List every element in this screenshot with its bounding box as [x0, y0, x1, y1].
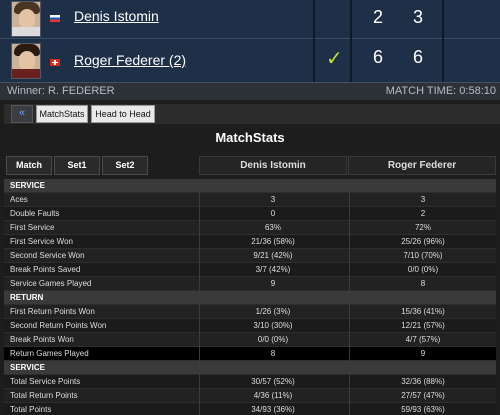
player-name-istomin[interactable]: Denis Istomin — [74, 8, 159, 24]
double-chevron-left-icon[interactable]: « — [11, 105, 33, 123]
table-row: Total Return Points 4/36 (11%) 27/57 (47%) — [4, 389, 496, 403]
stat-value-federer: 4/7 (57%) — [405, 335, 441, 344]
column-divider — [349, 179, 350, 415]
table-row: Aces 3 3 — [4, 193, 496, 207]
stat-label: Second Return Points Won — [10, 321, 107, 330]
stat-label: Aces — [10, 195, 28, 204]
stat-label: Total Return Points — [10, 391, 78, 400]
matchstats-tab[interactable]: MatchStats — [36, 105, 88, 123]
divider — [442, 0, 444, 82]
stat-label: Second Service Won — [10, 251, 85, 260]
section-header: RETURN — [4, 291, 496, 305]
table-row: First Return Points Won 1/26 (3%) 15/36 (4… — [4, 305, 496, 319]
matchstats-panel: « MatchStats Head to Head MatchStats Mat… — [0, 100, 500, 415]
table-row: First Service 63% 72% — [4, 221, 496, 235]
stat-value-istomin: 0 — [270, 209, 276, 218]
stat-value-federer: 3 — [420, 195, 426, 204]
stat-label: First Service — [10, 223, 55, 232]
table-row: Double Faults 0 2 — [4, 207, 496, 221]
stat-label: Return Games Played — [10, 349, 89, 358]
stat-value-federer: 8 — [420, 279, 426, 288]
stat-label: First Return Points Won — [10, 307, 95, 316]
table-row: Second Return Points Won 3/10 (30%) 12/21 … — [4, 319, 496, 333]
stat-value-istomin: 3/7 (42%) — [255, 265, 291, 274]
stat-value-federer: 59/93 (63%) — [401, 405, 445, 414]
tab-set2[interactable]: Set2 — [102, 156, 148, 175]
stat-value-istomin: 3/10 (30%) — [253, 321, 293, 330]
set-score: 6 — [372, 47, 383, 67]
match-time: MATCH TIME: 0:58:10 — [385, 85, 496, 97]
stat-value-federer: 0/0 (0%) — [407, 265, 439, 274]
player-photo-istomin — [11, 1, 41, 37]
winner-check-icon: ✓ — [326, 48, 343, 70]
stat-value-istomin: 4/36 (11%) — [253, 391, 293, 400]
stat-value-federer: 12/21 (57%) — [401, 321, 445, 330]
stat-value-federer: 72% — [414, 223, 431, 232]
set-score: 2 — [372, 7, 383, 27]
section-label: RETURN — [10, 293, 44, 302]
stat-label: Total Service Points — [10, 377, 81, 386]
table-row: Break Points Saved 3/7 (42%) 0/0 (0%) — [4, 263, 496, 277]
stat-value-istomin: 34/93 (36%) — [251, 405, 295, 414]
stat-value-federer: 2 — [420, 209, 426, 218]
column-header-federer: Roger Federer — [348, 156, 496, 175]
table-row: First Service Won 21/36 (58%) 25/26 (96%) — [4, 235, 496, 249]
tab-match[interactable]: Match — [6, 156, 52, 175]
winner-bar: Winner: R. FEDERER MATCH TIME: 0:58:10 — [0, 82, 500, 100]
head-to-head-tab[interactable]: Head to Head — [91, 105, 155, 123]
stat-value-federer: 15/36 (41%) — [401, 307, 445, 316]
table-row: Total Service Points 30/57 (52%) 32/36 (88… — [4, 375, 496, 389]
column-header-istomin: Denis Istomin — [199, 156, 347, 175]
stat-value-istomin: 9 — [270, 279, 276, 288]
uzbekistan-flag-icon — [50, 15, 60, 22]
set-score: 6 — [412, 47, 423, 67]
stat-value-istomin: 3 — [270, 195, 276, 204]
section-header: SERVICE — [4, 361, 496, 375]
player-photo-federer — [11, 43, 41, 79]
panel-toolbar: « MatchStats Head to Head — [4, 104, 500, 124]
stat-label: First Service Won — [10, 237, 73, 246]
stat-value-federer: 32/36 (88%) — [401, 377, 445, 386]
table-row: Total Points 34/93 (36%) 59/93 (63%) — [4, 403, 496, 415]
stat-label: Break Points Saved — [10, 265, 81, 274]
stat-value-federer: 27/57 (47%) — [401, 391, 445, 400]
divider — [350, 0, 352, 82]
stat-value-istomin: 8 — [270, 349, 276, 358]
divider — [313, 0, 315, 82]
stat-value-federer: 25/26 (96%) — [401, 237, 445, 246]
stat-label: Service Games Played — [10, 279, 92, 288]
section-label: SERVICE — [10, 363, 45, 372]
stat-label: Double Faults — [10, 209, 60, 218]
section-label: SERVICE — [10, 181, 45, 190]
table-row: Break Points Won 0/0 (0%) 4/7 (57%) — [4, 333, 496, 347]
player-name-federer[interactable]: Roger Federer (2) — [74, 52, 186, 68]
scoreboard: Denis Istomin Roger Federer (2) ✓ 2 3 6 … — [0, 0, 500, 82]
stat-label: Break Points Won — [10, 335, 74, 344]
switzerland-flag-icon — [50, 59, 60, 66]
winner-text: Winner: R. FEDERER — [7, 85, 115, 97]
stat-value-federer: 9 — [420, 349, 426, 358]
stat-value-istomin: 63% — [264, 223, 281, 232]
tab-set1[interactable]: Set1 — [54, 156, 100, 175]
stat-value-istomin: 0/0 (0%) — [257, 335, 289, 344]
stat-value-federer: 7/10 (70%) — [403, 251, 443, 260]
table-row: Service Games Played 9 8 — [4, 277, 496, 291]
stat-value-istomin: 21/36 (58%) — [251, 237, 295, 246]
set-score: 3 — [412, 7, 423, 27]
table-row: Second Service Won 9/21 (42%) 7/10 (70%) — [4, 249, 496, 263]
stats-table: SERVICE Aces 3 3 Double Faults 0 2 First Servic… — [4, 179, 496, 415]
stat-value-istomin: 9/21 (42%) — [253, 251, 293, 260]
stat-label: Total Points — [10, 405, 52, 414]
panel-title: MatchStats — [215, 130, 285, 145]
stat-value-istomin: 30/57 (52%) — [251, 377, 295, 386]
stat-value-istomin: 1/26 (3%) — [255, 307, 291, 316]
table-row: Return Games Played 8 9 — [4, 347, 496, 361]
section-header: SERVICE — [4, 179, 496, 193]
column-divider — [199, 179, 200, 415]
